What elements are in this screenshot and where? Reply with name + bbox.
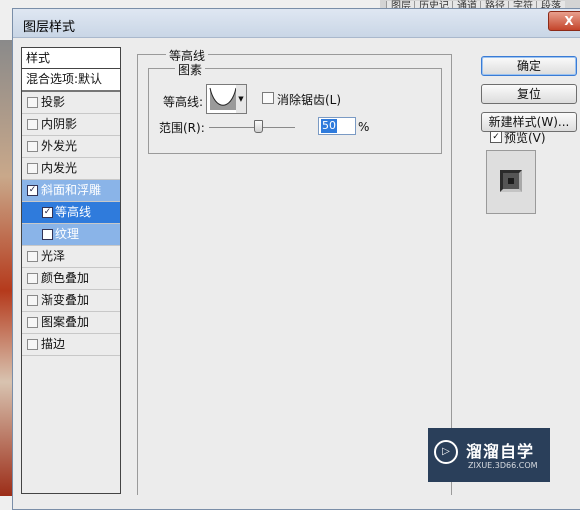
style-item-color-overlay[interactable]: 颜色叠加 (22, 268, 120, 290)
ok-button[interactable]: 确定 (481, 56, 577, 76)
chevron-down-icon[interactable]: ▼ (236, 84, 247, 114)
style-item-label: 斜面和浮雕 (41, 183, 102, 197)
style-item-inner-glow[interactable]: 内发光 (22, 158, 120, 180)
range-unit: % (358, 120, 370, 134)
preview-swatch-center (508, 178, 514, 184)
range-slider-track[interactable] (209, 127, 295, 128)
contour-curve-icon (209, 87, 237, 110)
style-item-pattern-overlay[interactable]: 图案叠加 (22, 312, 120, 334)
style-item-gradient-overlay[interactable]: 渐变叠加 (22, 290, 120, 312)
preview-label: 预览(V) (504, 131, 546, 145)
bevel-emboss-checkbox[interactable]: ✓ (27, 185, 38, 196)
style-item-stroke[interactable]: 描边 (22, 334, 120, 356)
style-item-label: 外发光 (41, 139, 78, 153)
style-item-bevel-emboss[interactable]: ✓ 斜面和浮雕 (22, 180, 120, 202)
style-item-label: 内发光 (41, 161, 78, 175)
watermark-title: 溜溜自学 (466, 442, 535, 461)
satin-checkbox[interactable] (27, 251, 38, 262)
gradient-overlay-checkbox[interactable] (27, 295, 38, 306)
style-item-label: 等高线 (55, 205, 92, 219)
outer-glow-checkbox[interactable] (27, 141, 38, 152)
pattern-overlay-checkbox[interactable] (27, 317, 38, 328)
style-item-contour[interactable]: ✓ 等高线 (22, 202, 120, 224)
inner-shadow-checkbox[interactable] (27, 119, 38, 130)
contour-curve-picker[interactable] (206, 84, 240, 114)
watermark-logo: ▷ 溜溜自学 ZIXUE.3D66.COM (428, 428, 550, 482)
style-item-label: 纹理 (55, 227, 80, 241)
range-input[interactable]: 50 (318, 117, 356, 135)
preview-swatch (500, 170, 522, 192)
play-icon: ▷ (434, 440, 458, 464)
range-label: 范围(R): (159, 121, 205, 135)
dialog-title: 图层样式 (23, 20, 76, 35)
close-button[interactable]: X (548, 11, 580, 31)
style-item-outer-glow[interactable]: 外发光 (22, 136, 120, 158)
elements-group (148, 68, 442, 154)
inner-glow-checkbox[interactable] (27, 163, 38, 174)
style-item-inner-shadow[interactable]: 内阴影 (22, 114, 120, 136)
style-item-label: 颜色叠加 (41, 271, 90, 285)
blending-options-item[interactable]: 混合选项:默认 (22, 69, 120, 92)
style-item-label: 描边 (41, 337, 66, 351)
texture-checkbox[interactable] (42, 229, 53, 240)
stroke-checkbox[interactable] (27, 339, 38, 350)
style-item-label: 渐变叠加 (41, 293, 90, 307)
range-slider-thumb[interactable] (254, 120, 263, 133)
styles-header[interactable]: 样式 (22, 48, 120, 69)
style-item-label: 图案叠加 (41, 315, 90, 329)
range-value: 50 (321, 119, 337, 133)
reset-button[interactable]: 复位 (481, 84, 577, 104)
contour-checkbox[interactable]: ✓ (42, 207, 53, 218)
anti-alias-checkbox[interactable] (262, 92, 274, 104)
style-item-label: 投影 (41, 95, 66, 109)
drop-shadow-checkbox[interactable] (27, 97, 38, 108)
style-item-label: 光泽 (41, 249, 66, 263)
contour-label: 等高线: (163, 95, 204, 109)
styles-list: 样式 混合选项:默认 投影 内阴影 外发光 内发光 ✓ 斜面和浮雕 ✓ 等高线 … (21, 47, 121, 494)
anti-alias-label: 消除锯齿(L) (277, 93, 342, 107)
style-item-label: 内阴影 (41, 117, 78, 131)
watermark-subtitle: ZIXUE.3D66.COM (468, 461, 538, 470)
elements-group-title: 图素 (175, 61, 206, 78)
dialog-titlebar[interactable]: 图层样式 X (13, 9, 580, 38)
style-item-drop-shadow[interactable]: 投影 (22, 92, 120, 114)
preview-checkbox[interactable]: ✓ (490, 131, 502, 143)
style-item-texture[interactable]: 纹理 (22, 224, 120, 246)
color-overlay-checkbox[interactable] (27, 273, 38, 284)
style-item-satin[interactable]: 光泽 (22, 246, 120, 268)
